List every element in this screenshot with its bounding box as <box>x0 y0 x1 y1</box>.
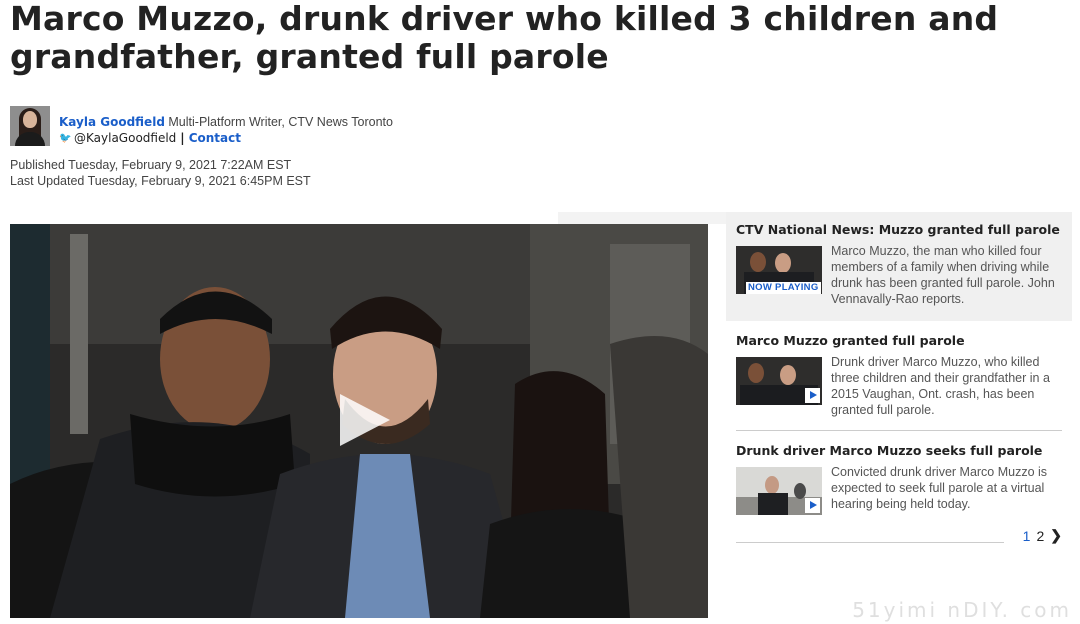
article-dates: Published Tuesday, February 9, 2021 7:22… <box>10 157 311 189</box>
now-playing-badge: NOW PLAYING <box>746 282 821 294</box>
published-date: Published Tuesday, February 9, 2021 7:22… <box>10 158 292 172</box>
playlist-item-title[interactable]: Marco Muzzo granted full parole <box>736 333 1062 349</box>
play-icon[interactable] <box>340 394 390 446</box>
contact-link[interactable]: Contact <box>189 130 241 146</box>
byline-separator: | <box>180 131 185 145</box>
twitter-icon[interactable]: 🐦 <box>59 133 71 143</box>
playlist-item-title[interactable]: Drunk driver Marco Muzzo seeks full paro… <box>736 443 1062 459</box>
author-avatar[interactable] <box>10 106 50 146</box>
twitter-handle-link[interactable]: @KaylaGoodfield <box>74 130 176 146</box>
page-1-link[interactable]: 1 <box>1023 528 1031 544</box>
author-name-link[interactable]: Kayla Goodfield <box>59 115 165 129</box>
playlist-item-description: Convicted drunk driver Marco Muzzo is ex… <box>831 465 1048 511</box>
play-icon[interactable] <box>805 498 820 513</box>
playlist-item-description: Marco Muzzo, the man who killed four mem… <box>831 244 1055 306</box>
pager-divider <box>736 542 1004 543</box>
next-page-icon[interactable]: ❯ <box>1050 527 1062 544</box>
author-byline: Kayla Goodfield Multi-Platform Writer, C… <box>10 106 393 148</box>
playlist-thumbnail[interactable] <box>736 357 822 405</box>
sidebar-top-strip <box>558 212 726 224</box>
playlist-thumbnail[interactable]: NOW PLAYING <box>736 246 822 294</box>
playlist-pagination: 1 2 ❯ <box>1017 527 1062 544</box>
playlist-item-description: Drunk driver Marco Muzzo, who killed thr… <box>831 355 1050 417</box>
page-2-link[interactable]: 2 <box>1036 528 1044 544</box>
playlist-item[interactable]: Drunk driver Marco Muzzo seeks full paro… <box>726 431 1072 515</box>
video-player[interactable] <box>10 224 708 618</box>
playlist-item[interactable]: Marco Muzzo granted full parole Drunk dr… <box>726 321 1072 418</box>
author-role: Multi-Platform Writer, CTV News Toronto <box>168 115 393 129</box>
play-icon[interactable] <box>805 388 820 403</box>
playlist-thumbnail[interactable] <box>736 467 822 515</box>
video-playlist: CTV National News: Muzzo granted full pa… <box>726 212 1072 624</box>
playlist-item-title[interactable]: CTV National News: Muzzo granted full pa… <box>736 222 1062 238</box>
updated-date: Last Updated Tuesday, February 9, 2021 6… <box>10 174 311 188</box>
watermark: 51yimi nDIY. com <box>852 598 1072 622</box>
playlist-item[interactable]: CTV National News: Muzzo granted full pa… <box>726 212 1072 321</box>
article-headline: Marco Muzzo, drunk driver who killed 3 c… <box>10 0 999 76</box>
